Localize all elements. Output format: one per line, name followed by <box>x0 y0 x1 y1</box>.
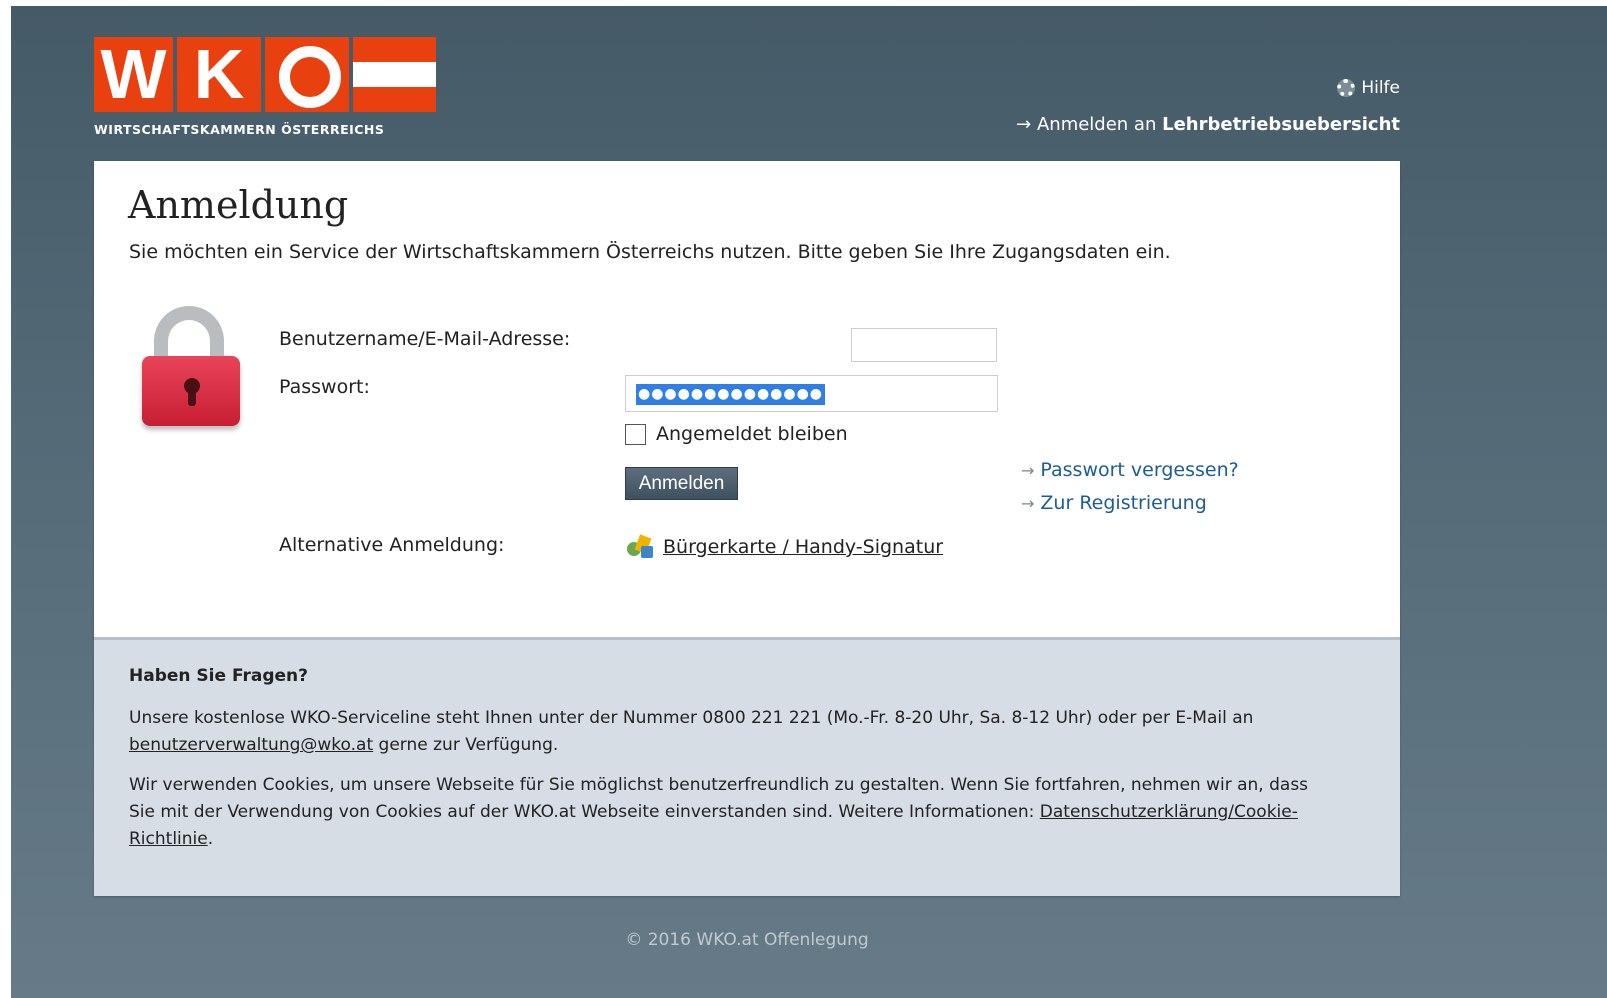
help-info-section: Haben Sie Fragen? Unsere kostenlose WKO-… <box>94 637 1400 896</box>
cookie-notice: Wir verwenden Cookies, um unsere Webseit… <box>129 772 1329 853</box>
info-heading: Haben Sie Fragen? <box>129 666 308 686</box>
support-email-link[interactable]: benutzerverwaltung@wko.at <box>129 735 373 755</box>
padlock-icon <box>137 306 247 431</box>
password-field[interactable]: ●●●●●●●●●●●●●● <box>625 375 998 412</box>
register-label: Zur Registrierung <box>1040 492 1207 514</box>
login-button[interactable]: Anmelden <box>625 467 738 500</box>
serviceline-text: Unsere kostenlose WKO-Serviceline steht … <box>129 705 1329 759</box>
logo-letter-o <box>265 37 349 112</box>
alt-login-link[interactable]: Bürgerkarte / Handy-Signatur <box>625 534 943 560</box>
wko-logo[interactable]: W K WIRTSCHAFTSKAMMERN ÖSTERREICHS <box>94 37 436 139</box>
alt-login-label: Alternative Anmeldung: <box>279 534 505 556</box>
serviceline-text-end: gerne zur Verfügung. <box>373 735 559 755</box>
username-label: Benutzername/E-Mail-Adresse: <box>279 328 571 350</box>
intro-text: Sie möchten ein Service der Wirtschaftsk… <box>129 241 1171 263</box>
cookie-notice-end: . <box>207 829 214 849</box>
remember-checkbox[interactable] <box>625 423 646 445</box>
logo-flag <box>353 37 436 112</box>
password-mask: ●●●●●●●●●●●●●● <box>636 384 826 405</box>
remember-me[interactable]: Angemeldet bleiben <box>625 423 848 445</box>
arrow-right-icon: → <box>1021 494 1035 513</box>
signin-target-info: → Anmelden an Lehrbetriebsuebersicht <box>1016 114 1400 135</box>
register-link[interactable]: → Zur Registrierung <box>1021 492 1207 514</box>
logo-letter-k: K <box>177 37 261 112</box>
help-label: Hilfe <box>1361 78 1400 98</box>
forgot-password-link[interactable]: → Passwort vergessen? <box>1021 459 1239 481</box>
forgot-password-label: Passwort vergessen? <box>1040 459 1239 481</box>
lifebuoy-icon <box>1337 79 1356 97</box>
login-card: Anmeldung Sie möchten ein Service der Wi… <box>94 161 1400 896</box>
password-label: Passwort: <box>279 376 370 398</box>
logo-subtitle: WIRTSCHAFTSKAMMERN ÖSTERREICHS <box>94 122 385 137</box>
logo-letter-w: W <box>94 37 173 112</box>
page-title: Anmeldung <box>128 183 349 227</box>
signin-prefix: → Anmelden an <box>1016 114 1163 135</box>
arrow-right-icon: → <box>1021 461 1035 480</box>
citizen-card-icon <box>625 534 655 560</box>
citizen-card-link[interactable]: Bürgerkarte / Handy-Signatur <box>663 536 943 558</box>
signin-target: Lehrbetriebsuebersicht <box>1162 114 1400 135</box>
username-field[interactable] <box>851 328 997 362</box>
help-link[interactable]: Hilfe <box>1337 78 1400 98</box>
footer-text: © 2016 WKO.at Offenlegung <box>625 930 869 950</box>
serviceline-text-main: Unsere kostenlose WKO-Serviceline steht … <box>129 708 1254 728</box>
remember-label: Angemeldet bleiben <box>656 423 848 445</box>
